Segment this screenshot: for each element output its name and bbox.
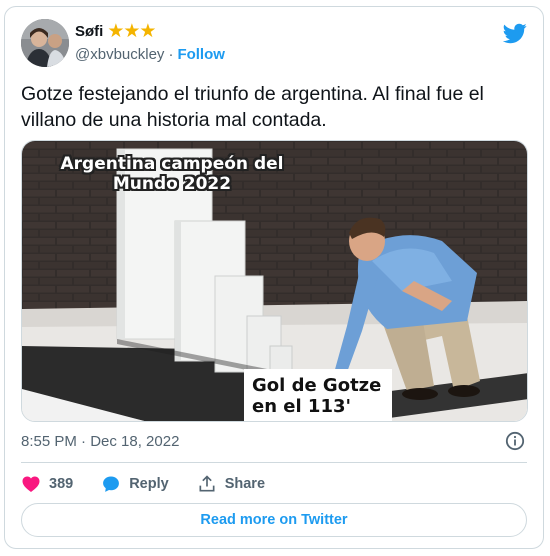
tweet-text: Gotze festejando el triunfo de argentina… — [21, 83, 484, 131]
like-count: 389 — [49, 476, 74, 492]
display-name[interactable]: Søfi — [75, 23, 103, 40]
read-more-button[interactable]: Read more on Twitter — [21, 503, 527, 537]
user-handle[interactable]: @xbvbuckley — [75, 46, 164, 63]
reply-bubble-icon — [103, 476, 120, 492]
avatar[interactable] — [21, 19, 69, 67]
tweet-card: Søfi ★★★ @xbvbuckley · Follow Gotze fest… — [4, 6, 544, 549]
action-bar: 389 Reply Share — [21, 469, 293, 499]
heart-icon — [22, 476, 40, 492]
reply-label: Reply — [129, 476, 169, 492]
reply-button[interactable]: Reply — [101, 474, 169, 494]
meme-bottom-caption: Gol de Gotze en el 113' — [244, 369, 392, 421]
share-label: Share — [224, 476, 266, 492]
tweet-media-image[interactable]: Argentina campeón del Mundo 2022 Gol de … — [21, 140, 528, 422]
separator-dot: · — [168, 46, 174, 63]
share-button[interactable]: Share — [197, 474, 265, 494]
share-icon — [199, 475, 215, 492]
twitter-bird-icon[interactable] — [503, 21, 527, 45]
info-icon[interactable] — [505, 431, 525, 451]
follow-button[interactable]: Follow — [177, 46, 225, 63]
star-badge-icon: ★★★ — [107, 21, 156, 42]
avatar-image — [21, 19, 69, 67]
like-button[interactable]: 389 — [21, 474, 73, 494]
divider — [21, 462, 527, 463]
meme-top-caption: Argentina campeón del Mundo 2022 — [60, 154, 284, 194]
tweet-timestamp[interactable]: 8:55 PM · Dec 18, 2022 — [21, 433, 179, 450]
